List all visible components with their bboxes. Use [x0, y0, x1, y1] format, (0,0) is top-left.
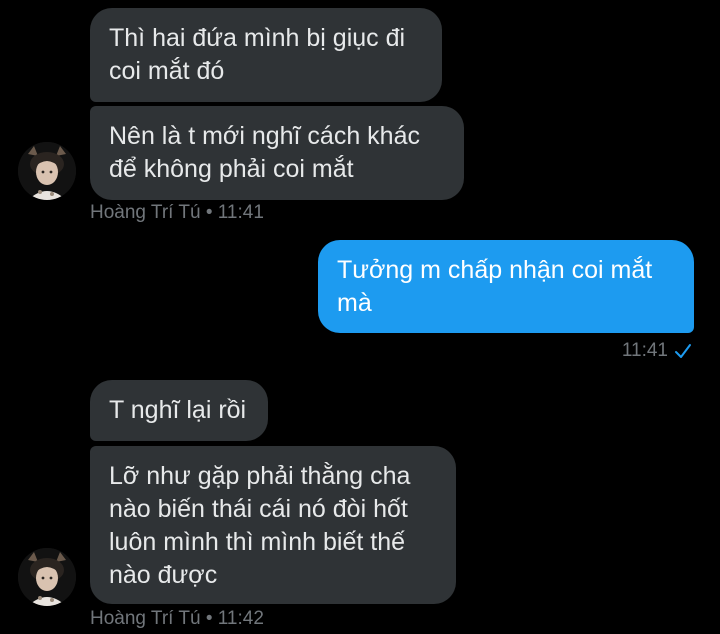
avatar[interactable]: [18, 142, 76, 200]
sender-name: Hoàng Trí Tú: [90, 202, 201, 223]
message-bubble-incoming[interactable]: Thì hai đứa mình bị giục đi coi mắt đó: [90, 8, 442, 102]
sender-name: Hoàng Trí Tú: [90, 608, 201, 629]
message-bubble-incoming[interactable]: Lỡ như gặp phải thằng cha nào biến thái …: [90, 446, 456, 604]
meta-separator: •: [205, 608, 213, 629]
message-meta: 11:41: [622, 340, 692, 362]
message-bubble-outgoing[interactable]: Tưởng m chấp nhận coi mắt mà: [318, 240, 694, 333]
avatar-image: [18, 142, 76, 200]
check-icon: [674, 343, 692, 359]
message-meta: Hoàng Trí Tú • 11:42: [90, 608, 264, 630]
avatar-image: [18, 548, 76, 606]
message-bubble-incoming[interactable]: Nên là t mới nghĩ cách khác để không phả…: [90, 106, 464, 200]
message-timestamp: 11:41: [621, 340, 668, 361]
message-timestamp: 11:41: [217, 202, 264, 223]
meta-separator: •: [205, 202, 213, 223]
message-timestamp: 11:42: [217, 608, 264, 629]
message-meta: Hoàng Trí Tú • 11:41: [90, 202, 264, 224]
message-bubble-incoming[interactable]: T nghĩ lại rồi: [90, 380, 268, 441]
avatar[interactable]: [18, 548, 76, 606]
